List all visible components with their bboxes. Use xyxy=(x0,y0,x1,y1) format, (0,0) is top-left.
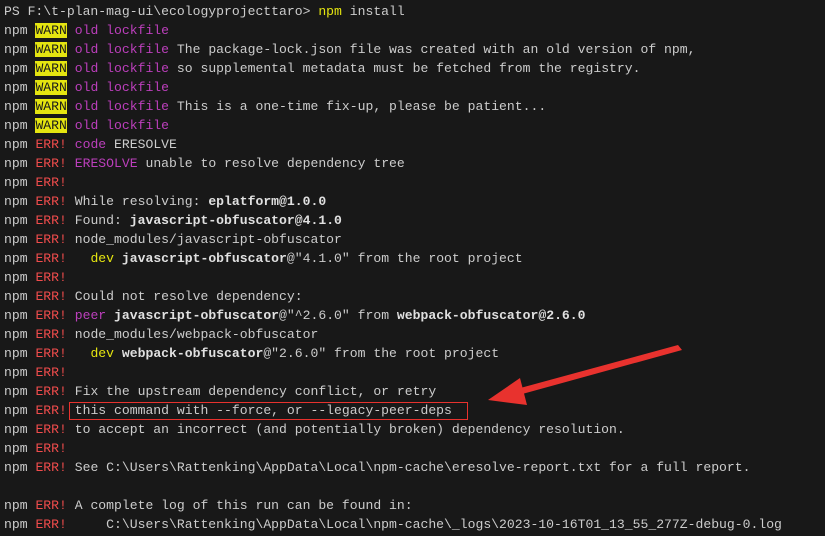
arrow-head xyxy=(488,378,527,405)
red-arrow-annotation xyxy=(488,345,682,405)
arrow-shaft xyxy=(513,345,682,396)
